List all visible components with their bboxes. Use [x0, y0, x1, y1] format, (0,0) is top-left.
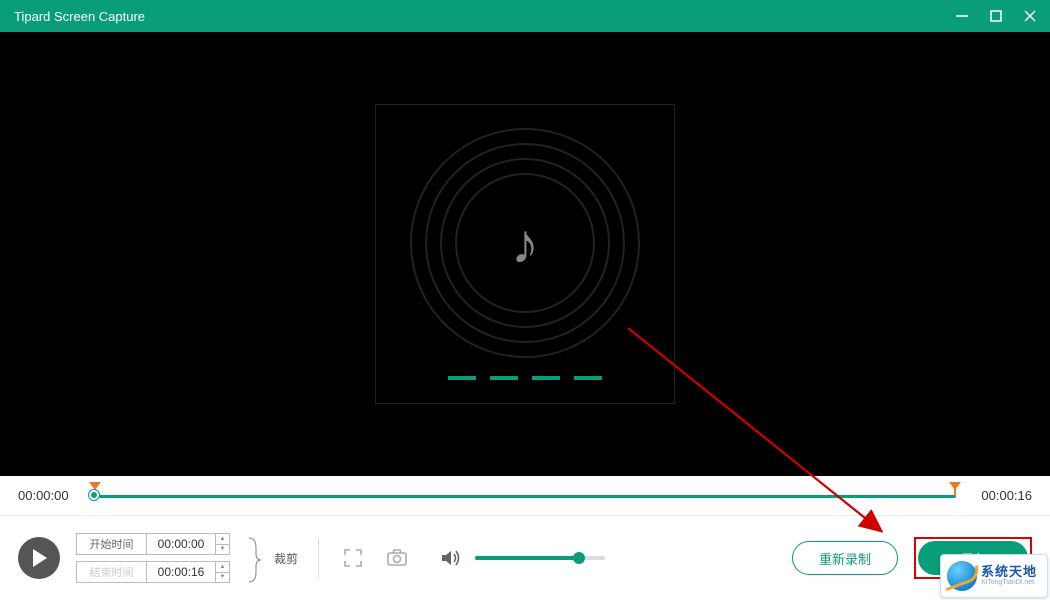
play-icon [31, 549, 47, 567]
end-time-input[interactable]: 00:00:16 ▲▼ [146, 561, 230, 583]
titlebar: Tipard Screen Capture [0, 0, 1050, 32]
snapshot-button[interactable] [383, 544, 411, 572]
camera-icon [386, 549, 408, 567]
preview-area: ♪ [0, 32, 1050, 476]
volume-button[interactable] [437, 544, 465, 572]
end-time-label: 结束时间 [76, 561, 146, 583]
minimize-icon [955, 9, 969, 23]
controls-row: 开始时间 00:00:00 ▲▼ 结束时间 00:00:16 ▲▼ 裁剪 [0, 516, 1050, 600]
volume-handle[interactable] [573, 552, 585, 564]
playhead[interactable] [89, 490, 99, 500]
start-time-up[interactable]: ▲ [215, 534, 229, 545]
timeline-end-label: 00:00:16 [970, 488, 1032, 503]
trim-end-marker[interactable] [949, 482, 961, 496]
maximize-icon [990, 10, 1002, 22]
close-button[interactable] [1020, 6, 1040, 26]
timeline-track[interactable] [94, 486, 956, 506]
maximize-button[interactable] [986, 6, 1006, 26]
time-inputs: 开始时间 00:00:00 ▲▼ 结束时间 00:00:16 ▲▼ [76, 533, 230, 583]
window-controls [952, 6, 1040, 26]
end-time-down[interactable]: ▼ [215, 573, 229, 583]
audio-level-bars [448, 376, 602, 380]
fullscreen-button[interactable] [339, 544, 367, 572]
minimize-button[interactable] [952, 6, 972, 26]
timeline-row: 00:00:00 00:00:16 [0, 476, 1050, 516]
app-window: Tipard Screen Capture ♪ 00:00:00 [0, 0, 1050, 600]
audio-visual-placeholder: ♪ [375, 104, 675, 404]
rerecord-button[interactable]: 重新录制 [792, 541, 898, 575]
start-time-input[interactable]: 00:00:00 ▲▼ [146, 533, 230, 555]
fullscreen-icon [343, 548, 363, 568]
crop-label[interactable]: 裁剪 [274, 550, 298, 567]
start-time-row: 开始时间 00:00:00 ▲▼ [76, 533, 230, 555]
disc-graphic: ♪ [410, 128, 640, 358]
divider [318, 538, 319, 578]
volume-control [437, 544, 605, 572]
start-time-label: 开始时间 [76, 533, 146, 555]
timeline-start-label: 00:00:00 [18, 488, 80, 503]
watermark-cn: 系统天地 [981, 565, 1037, 579]
start-time-down[interactable]: ▼ [215, 545, 229, 555]
close-icon [1023, 9, 1037, 23]
app-title: Tipard Screen Capture [14, 9, 145, 24]
music-note-icon: ♪ [511, 211, 539, 276]
end-time-up[interactable]: ▲ [215, 562, 229, 573]
watermark-logo: 系统天地 XiTongTianDi.net [940, 554, 1048, 598]
globe-icon [947, 561, 977, 591]
volume-slider[interactable] [475, 556, 605, 560]
end-time-row: 结束时间 00:00:16 ▲▼ [76, 561, 230, 583]
play-button[interactable] [18, 537, 60, 579]
watermark-en: XiTongTianDi.net [981, 579, 1037, 587]
speaker-icon [440, 548, 462, 568]
